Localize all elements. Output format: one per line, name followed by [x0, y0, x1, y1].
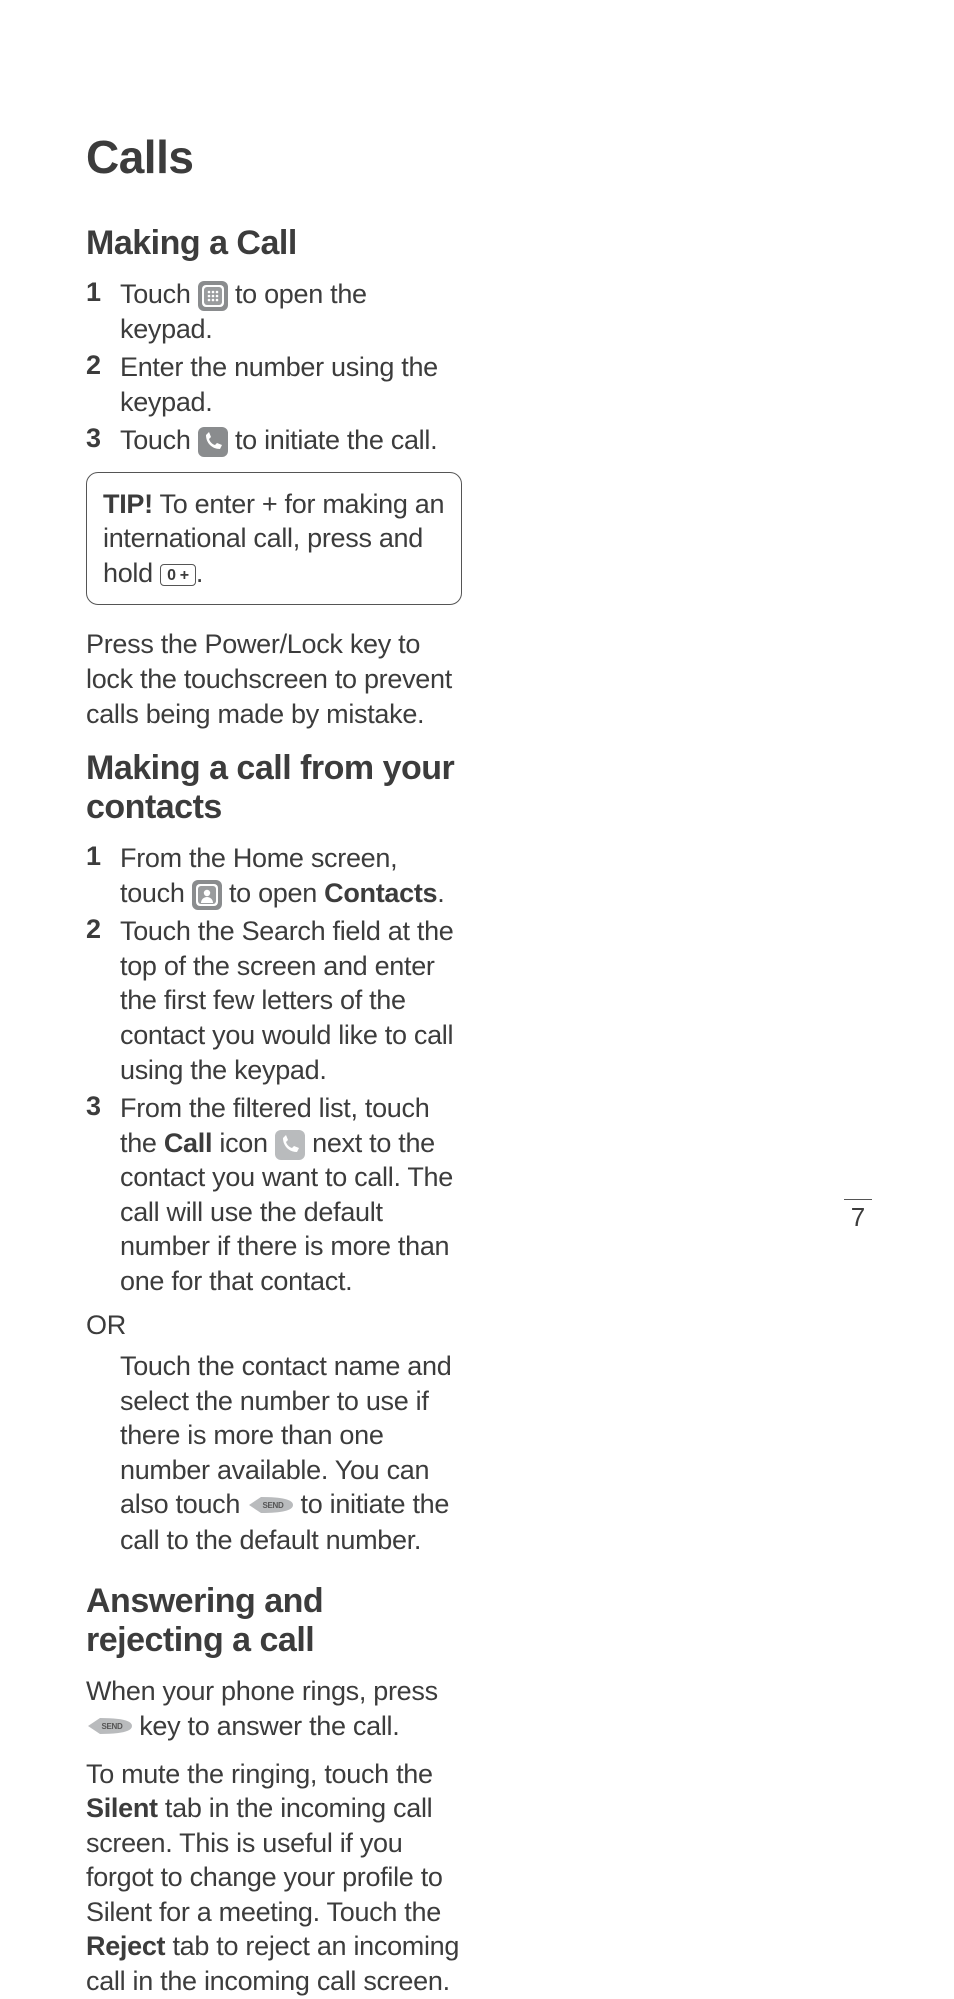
- page-number: 7: [844, 1199, 872, 1233]
- tip-text: TIP! To enter + for making an internatio…: [103, 487, 445, 591]
- step-text: Touch the Search field at the top of the…: [120, 914, 462, 1087]
- step-text: Touch to initiate the call.: [120, 423, 462, 458]
- send-key-icon: SEND: [86, 1710, 132, 1745]
- call-icon: [275, 1130, 305, 1160]
- step-2: 2 Enter the number using the keypad.: [86, 350, 462, 419]
- keypad-icon: [198, 281, 228, 311]
- step-3: 3 Touch to initiate the call.: [86, 423, 462, 458]
- answer-para-1: When your phone rings, press SEND key to…: [86, 1674, 462, 1745]
- step-number: 2: [86, 914, 120, 1087]
- step-text: Enter the number using the keypad.: [120, 350, 462, 419]
- step-text: Touch to open the keypad.: [120, 277, 462, 346]
- step-number: 3: [86, 1091, 120, 1298]
- step-number: 2: [86, 350, 120, 419]
- lock-note: Press the Power/Lock key to lock the tou…: [86, 627, 462, 731]
- step-number: 1: [86, 841, 120, 910]
- zero-plus-key-icon: 0 +: [160, 564, 196, 586]
- or-separator: OR: [86, 1308, 462, 1343]
- call-icon: [198, 427, 228, 457]
- svg-text:SEND: SEND: [263, 1501, 285, 1510]
- step-text: From the Home screen, touch to open Cont…: [120, 841, 462, 910]
- contacts-icon: [192, 880, 222, 910]
- step-number-empty: [86, 1349, 120, 1558]
- step-text: From the filtered list, touch the Call i…: [120, 1091, 462, 1298]
- answer-para-2: To mute the ringing, touch the Silent ta…: [86, 1757, 462, 1999]
- step-1: 1 From the Home screen, touch to open Co…: [86, 841, 462, 910]
- section-answering-title: Answering and rejecting a call: [86, 1582, 462, 1660]
- step-number: 3: [86, 423, 120, 458]
- or-step: Touch the contact name and select the nu…: [86, 1349, 462, 1558]
- page: Calls Making a Call 1 Touch to open the …: [0, 0, 954, 1291]
- send-key-icon: SEND: [247, 1489, 293, 1524]
- step-number: 1: [86, 277, 120, 346]
- page-title: Calls: [86, 130, 462, 184]
- tip-box: TIP! To enter + for making an internatio…: [86, 472, 462, 606]
- step-2: 2 Touch the Search field at the top of t…: [86, 914, 462, 1087]
- section-making-call-title: Making a Call: [86, 224, 462, 263]
- svg-text:SEND: SEND: [101, 1722, 123, 1731]
- step-text: Touch the contact name and select the nu…: [120, 1349, 462, 1558]
- step-1: 1 Touch to open the keypad.: [86, 277, 462, 346]
- step-3: 3 From the filtered list, touch the Call…: [86, 1091, 462, 1298]
- section-call-from-contacts-title: Making a call from your contacts: [86, 749, 462, 827]
